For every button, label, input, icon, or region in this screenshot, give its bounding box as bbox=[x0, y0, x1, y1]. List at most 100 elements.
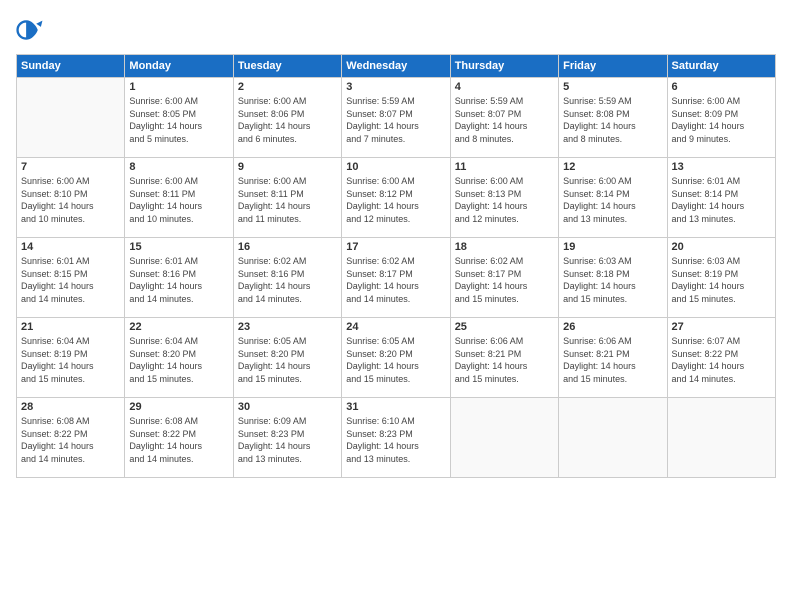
day-number: 6 bbox=[672, 81, 771, 93]
day-number: 31 bbox=[346, 401, 445, 413]
day-info: Sunrise: 6:03 AMSunset: 8:18 PMDaylight:… bbox=[563, 255, 662, 305]
day-info: Sunrise: 6:00 AMSunset: 8:10 PMDaylight:… bbox=[21, 175, 120, 225]
day-number: 30 bbox=[238, 401, 337, 413]
day-info: Sunrise: 6:07 AMSunset: 8:22 PMDaylight:… bbox=[672, 335, 771, 385]
day-number: 19 bbox=[563, 241, 662, 253]
week-row-1: 1 Sunrise: 6:00 AMSunset: 8:05 PMDaylight… bbox=[17, 78, 776, 158]
calendar-cell bbox=[667, 398, 775, 478]
calendar-cell: 24Sunrise: 6:05 AMSunset: 8:20 PMDayligh… bbox=[342, 318, 450, 398]
calendar-cell: 30 Sunrise: 6:09 AMSunset: 8:23 PMDayligh… bbox=[233, 398, 341, 478]
calendar-cell: 5 Sunrise: 5:59 AMSunset: 8:08 PMDaylight… bbox=[559, 78, 667, 158]
calendar-cell: 20 Sunrise: 6:03 AMSunset: 8:19 PMDayligh… bbox=[667, 238, 775, 318]
day-info: Sunrise: 6:00 AMSunset: 8:14 PMDaylight:… bbox=[563, 175, 662, 225]
day-info: Sunrise: 5:59 AMSunset: 8:08 PMDaylight:… bbox=[563, 95, 662, 145]
calendar-cell: 9 Sunrise: 6:00 AMSunset: 8:11 PMDaylight… bbox=[233, 158, 341, 238]
calendar-table: SundayMondayTuesdayWednesdayThursdayFrid… bbox=[16, 54, 776, 478]
calendar-cell: 26 Sunrise: 6:06 AMSunset: 8:21 PMDayligh… bbox=[559, 318, 667, 398]
day-number: 15 bbox=[129, 241, 228, 253]
calendar-cell: 17 Sunrise: 6:02 AMSunset: 8:17 PMDayligh… bbox=[342, 238, 450, 318]
day-number: 7 bbox=[21, 161, 120, 173]
day-info: Sunrise: 6:01 AMSunset: 8:15 PMDaylight:… bbox=[21, 255, 120, 305]
day-number: 17 bbox=[346, 241, 445, 253]
day-number: 22 bbox=[129, 321, 228, 333]
col-header-sunday: Sunday bbox=[17, 55, 125, 78]
calendar-cell: 10 Sunrise: 6:00 AMSunset: 8:12 PMDayligh… bbox=[342, 158, 450, 238]
logo bbox=[16, 16, 46, 44]
day-number: 27 bbox=[672, 321, 771, 333]
day-number: 2 bbox=[238, 81, 337, 93]
day-number: 14 bbox=[21, 241, 120, 253]
day-info: Sunrise: 6:02 AMSunset: 8:17 PMDaylight:… bbox=[346, 255, 445, 305]
week-row-2: 7 Sunrise: 6:00 AMSunset: 8:10 PMDaylight… bbox=[17, 158, 776, 238]
col-header-tuesday: Tuesday bbox=[233, 55, 341, 78]
day-number: 24 bbox=[346, 321, 445, 333]
day-info: Sunrise: 6:00 AMSunset: 8:12 PMDaylight:… bbox=[346, 175, 445, 225]
day-info: Sunrise: 6:00 AMSunset: 8:11 PMDaylight:… bbox=[129, 175, 228, 225]
calendar-cell: 16 Sunrise: 6:02 AMSunset: 8:16 PMDayligh… bbox=[233, 238, 341, 318]
day-info: Sunrise: 6:00 AMSunset: 8:09 PMDaylight:… bbox=[672, 95, 771, 145]
day-number: 29 bbox=[129, 401, 228, 413]
calendar-cell: 2 Sunrise: 6:00 AMSunset: 8:06 PMDaylight… bbox=[233, 78, 341, 158]
day-number: 16 bbox=[238, 241, 337, 253]
day-number: 20 bbox=[672, 241, 771, 253]
day-info: Sunrise: 6:00 AMSunset: 8:06 PMDaylight:… bbox=[238, 95, 337, 145]
day-info: Sunrise: 6:04 AMSunset: 8:19 PMDaylight:… bbox=[21, 335, 120, 385]
day-number: 21 bbox=[21, 321, 120, 333]
calendar-cell: 1 Sunrise: 6:00 AMSunset: 8:05 PMDaylight… bbox=[125, 78, 233, 158]
calendar-cell: 7 Sunrise: 6:00 AMSunset: 8:10 PMDaylight… bbox=[17, 158, 125, 238]
day-info: Sunrise: 6:03 AMSunset: 8:19 PMDaylight:… bbox=[672, 255, 771, 305]
day-number: 26 bbox=[563, 321, 662, 333]
calendar-cell bbox=[559, 398, 667, 478]
calendar-cell: 6 Sunrise: 6:00 AMSunset: 8:09 PMDaylight… bbox=[667, 78, 775, 158]
calendar-cell: 13Sunrise: 6:01 AMSunset: 8:14 PMDayligh… bbox=[667, 158, 775, 238]
day-info: Sunrise: 6:06 AMSunset: 8:21 PMDaylight:… bbox=[563, 335, 662, 385]
calendar-cell bbox=[450, 398, 558, 478]
calendar-cell: 25Sunrise: 6:06 AMSunset: 8:21 PMDayligh… bbox=[450, 318, 558, 398]
day-number: 11 bbox=[455, 161, 554, 173]
day-info: Sunrise: 6:01 AMSunset: 8:14 PMDaylight:… bbox=[672, 175, 771, 225]
day-number: 28 bbox=[21, 401, 120, 413]
calendar-cell: 4 Sunrise: 5:59 AMSunset: 8:07 PMDaylight… bbox=[450, 78, 558, 158]
calendar-cell: 29 Sunrise: 6:08 AMSunset: 8:22 PMDayligh… bbox=[125, 398, 233, 478]
day-info: Sunrise: 6:05 AMSunset: 8:20 PMDaylight:… bbox=[238, 335, 337, 385]
calendar-cell: 3 Sunrise: 5:59 AMSunset: 8:07 PMDaylight… bbox=[342, 78, 450, 158]
day-info: Sunrise: 6:09 AMSunset: 8:23 PMDaylight:… bbox=[238, 415, 337, 465]
day-info: Sunrise: 5:59 AMSunset: 8:07 PMDaylight:… bbox=[455, 95, 554, 145]
day-info: Sunrise: 6:02 AMSunset: 8:17 PMDaylight:… bbox=[455, 255, 554, 305]
day-number: 23 bbox=[238, 321, 337, 333]
calendar-cell: 15 Sunrise: 6:01 AMSunset: 8:16 PMDayligh… bbox=[125, 238, 233, 318]
day-number: 12 bbox=[563, 161, 662, 173]
day-number: 4 bbox=[455, 81, 554, 93]
day-number: 3 bbox=[346, 81, 445, 93]
day-info: Sunrise: 6:01 AMSunset: 8:16 PMDaylight:… bbox=[129, 255, 228, 305]
day-info: Sunrise: 6:06 AMSunset: 8:21 PMDaylight:… bbox=[455, 335, 554, 385]
calendar-cell: 11 Sunrise: 6:00 AMSunset: 8:13 PMDayligh… bbox=[450, 158, 558, 238]
calendar-cell: 21 Sunrise: 6:04 AMSunset: 8:19 PMDayligh… bbox=[17, 318, 125, 398]
day-info: Sunrise: 6:04 AMSunset: 8:20 PMDaylight:… bbox=[129, 335, 228, 385]
calendar-cell: 22 Sunrise: 6:04 AMSunset: 8:20 PMDayligh… bbox=[125, 318, 233, 398]
day-info: Sunrise: 6:00 AMSunset: 8:13 PMDaylight:… bbox=[455, 175, 554, 225]
calendar-cell: 14 Sunrise: 6:01 AMSunset: 8:15 PMDayligh… bbox=[17, 238, 125, 318]
week-row-5: 28 Sunrise: 6:08 AMSunset: 8:22 PMDayligh… bbox=[17, 398, 776, 478]
col-header-thursday: Thursday bbox=[450, 55, 558, 78]
calendar-cell: 31Sunrise: 6:10 AMSunset: 8:23 PMDayligh… bbox=[342, 398, 450, 478]
calendar-cell: 19 Sunrise: 6:03 AMSunset: 8:18 PMDayligh… bbox=[559, 238, 667, 318]
col-header-saturday: Saturday bbox=[667, 55, 775, 78]
day-number: 1 bbox=[129, 81, 228, 93]
day-info: Sunrise: 6:08 AMSunset: 8:22 PMDaylight:… bbox=[129, 415, 228, 465]
day-info: Sunrise: 6:00 AMSunset: 8:05 PMDaylight:… bbox=[129, 95, 228, 145]
day-info: Sunrise: 6:02 AMSunset: 8:16 PMDaylight:… bbox=[238, 255, 337, 305]
day-number: 10 bbox=[346, 161, 445, 173]
day-number: 5 bbox=[563, 81, 662, 93]
calendar-cell bbox=[17, 78, 125, 158]
col-header-wednesday: Wednesday bbox=[342, 55, 450, 78]
col-header-monday: Monday bbox=[125, 55, 233, 78]
week-row-3: 14 Sunrise: 6:01 AMSunset: 8:15 PMDayligh… bbox=[17, 238, 776, 318]
day-info: Sunrise: 6:00 AMSunset: 8:11 PMDaylight:… bbox=[238, 175, 337, 225]
day-info: Sunrise: 5:59 AMSunset: 8:07 PMDaylight:… bbox=[346, 95, 445, 145]
calendar-cell: 27 Sunrise: 6:07 AMSunset: 8:22 PMDayligh… bbox=[667, 318, 775, 398]
col-header-friday: Friday bbox=[559, 55, 667, 78]
day-number: 9 bbox=[238, 161, 337, 173]
day-info: Sunrise: 6:08 AMSunset: 8:22 PMDaylight:… bbox=[21, 415, 120, 465]
calendar-cell: 12 Sunrise: 6:00 AMSunset: 8:14 PMDayligh… bbox=[559, 158, 667, 238]
